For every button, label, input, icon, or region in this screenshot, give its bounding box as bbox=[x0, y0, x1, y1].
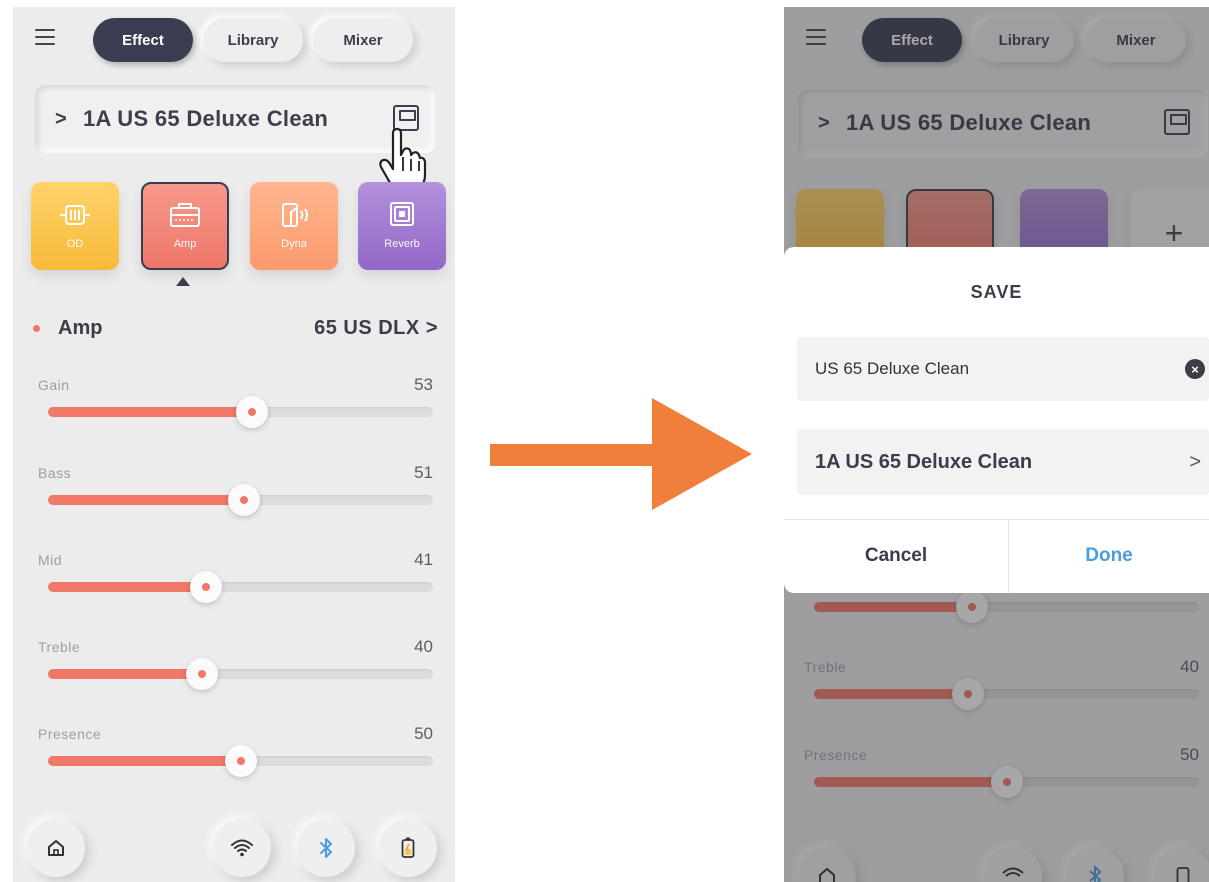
slider-gain: Gain 53 bbox=[38, 375, 433, 447]
slider-fill bbox=[48, 495, 245, 505]
slider-value: 41 bbox=[414, 550, 433, 569]
slider-thumb[interactable] bbox=[224, 745, 257, 777]
preset-name: 1A US 65 Deluxe Clean bbox=[82, 106, 329, 131]
slider-value: 40 bbox=[414, 637, 433, 656]
amp-icon bbox=[170, 203, 200, 227]
home-button[interactable] bbox=[27, 819, 85, 877]
fx-tile-label: OD bbox=[66, 238, 84, 250]
cancel-button[interactable]: Cancel bbox=[784, 519, 1008, 593]
bluetooth-button[interactable] bbox=[297, 819, 355, 877]
slider-value: 50 bbox=[414, 724, 433, 743]
wifi-button[interactable] bbox=[213, 819, 271, 877]
slider-track[interactable] bbox=[48, 571, 433, 603]
done-button[interactable]: Done bbox=[1009, 519, 1209, 593]
amp-header[interactable]: Amp 65 US DLX > bbox=[33, 313, 438, 343]
chevron-right-icon: > bbox=[55, 107, 67, 130]
overdrive-icon bbox=[60, 205, 90, 225]
slider-thumb[interactable] bbox=[236, 396, 269, 428]
slider-track[interactable] bbox=[48, 658, 433, 690]
battery-button[interactable] bbox=[379, 819, 437, 877]
slider-treble: Treble 40 bbox=[38, 637, 433, 709]
slider-label: Mid bbox=[38, 552, 63, 568]
slider-track[interactable] bbox=[48, 484, 433, 516]
slider-presence: Presence 50 bbox=[38, 724, 433, 796]
slider-value: 51 bbox=[414, 463, 433, 482]
home-icon bbox=[48, 840, 64, 856]
slider-label: Treble bbox=[38, 639, 81, 655]
preset-bar[interactable]: > 1A US 65 Deluxe Clean bbox=[35, 85, 435, 153]
wifi-icon bbox=[231, 839, 253, 857]
fx-tile-dyna[interactable]: Dyna bbox=[250, 182, 338, 270]
chevron-right-icon: > bbox=[425, 316, 438, 339]
left-screen: Effect Library Mixer > 1A US 65 Deluxe C… bbox=[13, 7, 455, 882]
amp-model[interactable]: 65 US DLX > bbox=[314, 317, 438, 340]
status-dot bbox=[33, 324, 40, 332]
slider-thumb[interactable] bbox=[228, 484, 261, 516]
save-location-label: 1A US 65 Deluxe Clean bbox=[815, 450, 1033, 473]
slider-value: 53 bbox=[414, 375, 433, 394]
dynamics-icon bbox=[282, 203, 308, 227]
reverb-icon bbox=[390, 202, 414, 226]
slider-fill bbox=[48, 407, 253, 417]
slider-label: Presence bbox=[38, 726, 102, 742]
chevron-right-icon: > bbox=[1189, 450, 1201, 473]
slider-label: Gain bbox=[38, 377, 70, 393]
menu-icon[interactable] bbox=[35, 29, 55, 45]
fx-tile-amp[interactable]: Amp bbox=[141, 182, 229, 270]
slider-thumb[interactable] bbox=[186, 658, 218, 690]
fx-tile-reverb[interactable]: Reverb bbox=[358, 182, 446, 270]
slider-thumb[interactable] bbox=[189, 571, 222, 603]
preset-name-input[interactable]: US 65 Deluxe Clean × bbox=[797, 337, 1209, 401]
bluetooth-icon bbox=[320, 838, 332, 858]
fx-tile-label: Amp bbox=[173, 238, 197, 250]
slider-fill bbox=[48, 669, 202, 679]
right-screen: Effect Library Mixer > 1A US 65 Deluxe C… bbox=[784, 7, 1209, 882]
amp-title: Amp bbox=[58, 316, 103, 339]
tab-library[interactable]: Library bbox=[203, 18, 303, 62]
slider-fill bbox=[48, 756, 241, 766]
battery-icon bbox=[401, 837, 415, 858]
save-location-row[interactable]: 1A US 65 Deluxe Clean > bbox=[797, 429, 1209, 495]
slider-bass: Bass 51 bbox=[38, 463, 433, 535]
slider-mid: Mid 41 bbox=[38, 550, 433, 622]
fx-tile-od[interactable]: OD bbox=[31, 182, 119, 270]
save-dialog: SAVE US 65 Deluxe Clean × 1A US 65 Delux… bbox=[784, 247, 1209, 593]
dialog-title: SAVE bbox=[970, 282, 1023, 302]
transition-arrow-shaft bbox=[490, 444, 660, 466]
tab-mixer[interactable]: Mixer bbox=[313, 18, 413, 62]
slider-track[interactable] bbox=[48, 396, 433, 428]
slider-track[interactable] bbox=[48, 745, 433, 777]
slider-label: Bass bbox=[38, 465, 72, 481]
preset-name-value: US 65 Deluxe Clean bbox=[815, 359, 970, 378]
tab-effect[interactable]: Effect bbox=[93, 18, 193, 62]
fx-tile-label: Dyna bbox=[281, 238, 307, 250]
arrow-right-icon bbox=[652, 398, 752, 510]
clear-icon[interactable]: × bbox=[1185, 359, 1205, 379]
fx-tile-label: Reverb bbox=[384, 238, 420, 250]
slider-fill bbox=[48, 582, 206, 592]
selected-pointer bbox=[176, 277, 190, 286]
